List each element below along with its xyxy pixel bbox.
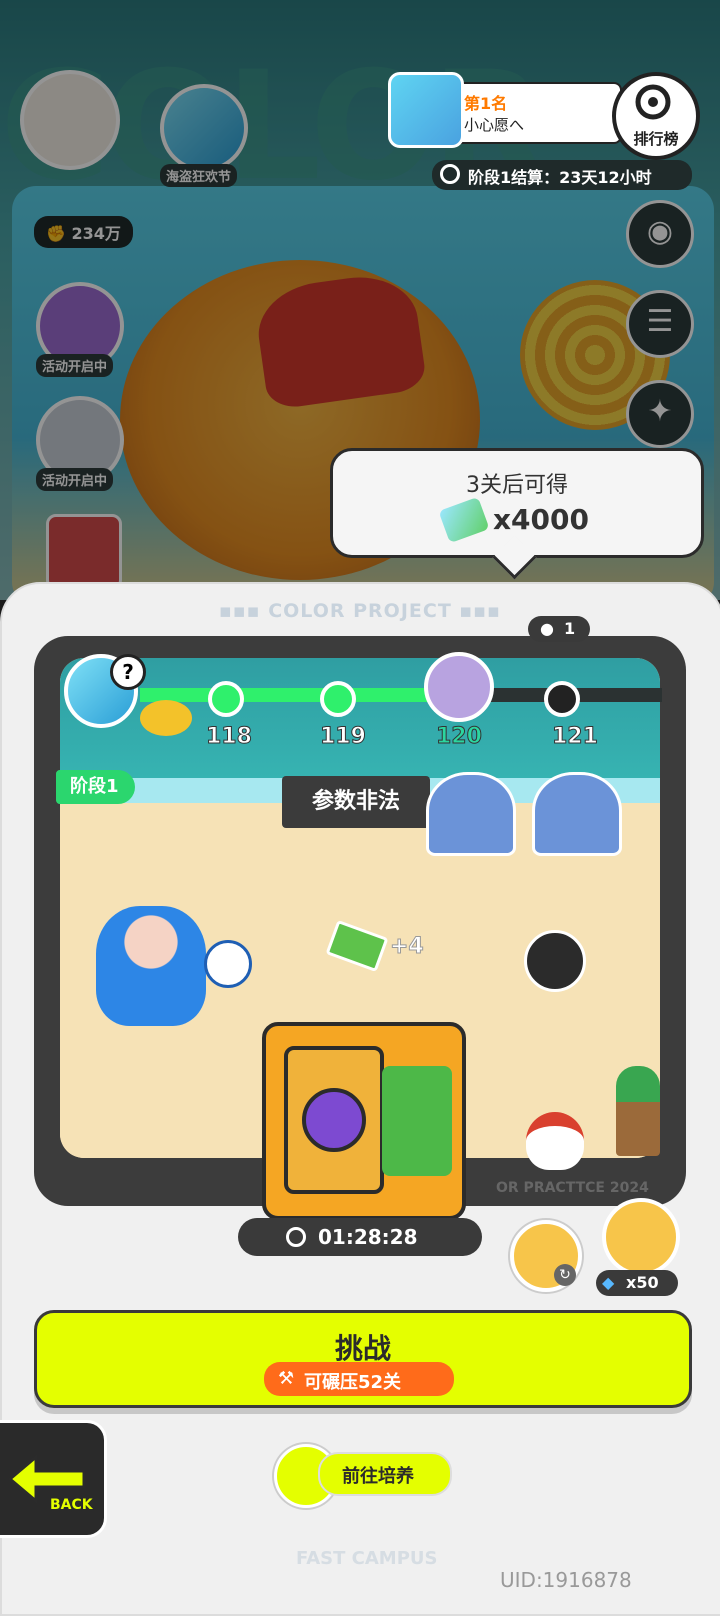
leaderboard-button[interactable]: 排行榜 (612, 72, 700, 160)
player-name: 小心愿へ (464, 116, 525, 134)
shark-enemy (426, 772, 516, 856)
back-button[interactable]: BACK (0, 1420, 107, 1538)
event-avatar-1[interactable] (36, 282, 124, 370)
rank-player-avatar (388, 72, 464, 148)
leaderboard-label: 排行榜 (633, 130, 679, 148)
train-label: 前往培养 (342, 1466, 414, 1487)
background-candy (520, 280, 670, 430)
time-refresh-button[interactable]: ↻ (510, 1220, 582, 1292)
fist-icon: ✊ (46, 224, 66, 243)
duck-float-icon (140, 700, 192, 736)
go-train-button[interactable]: 前往培养 (274, 1444, 452, 1508)
footer-brand: FAST CAMPUS (296, 1548, 438, 1569)
level-label-118: 118 (206, 724, 253, 750)
money-stack-icon (382, 1066, 452, 1176)
error-tag: 参数非法 (282, 776, 430, 828)
palm-tree (616, 1066, 660, 1156)
pirate-event-icon[interactable] (160, 84, 248, 172)
person-icon: ● (540, 619, 554, 638)
task-list-icon[interactable]: ☰ (626, 290, 694, 358)
reward-condition: 3关后可得 (466, 473, 568, 498)
player-character (96, 906, 206, 1026)
level-label-119: 119 (320, 724, 367, 750)
event-status-1: 活动开启中 (36, 354, 114, 377)
level-node-118 (208, 681, 244, 717)
reward-tooltip: 3关后可得 x4000 (330, 448, 704, 558)
cash-bonus: +4 (390, 934, 425, 960)
diamond-cost-badge: ◆ x50 (596, 1270, 678, 1296)
shop-book-icon[interactable] (46, 514, 122, 590)
power-badge: ✊ 234万 (34, 216, 133, 248)
shark-enemy (532, 772, 622, 856)
map-footer-text: OR PRACTTCE 2024 (496, 1180, 649, 1196)
event-avatar-2[interactable] (36, 396, 124, 484)
crush-badge: ⚒ 可碾压52关 (264, 1362, 454, 1396)
level-node-119 (320, 681, 356, 717)
pirate-skull (526, 1112, 584, 1170)
background-bow (252, 269, 428, 411)
trophy-icon (635, 84, 671, 120)
stage-countdown: 阶段1结算：23天12小时 (432, 160, 692, 190)
reward-timer: 01:28:28 (238, 1218, 482, 1256)
bomb-enemy (524, 930, 586, 992)
rank-label: 第1名 (464, 94, 508, 113)
level-progress-fill (140, 688, 470, 702)
pirate-event-label: 海盗狂欢节 (160, 164, 238, 187)
player-avatar[interactable] (20, 70, 120, 170)
event-status-2: 活动开启中 (36, 468, 114, 491)
volleyball-icon (204, 940, 252, 988)
stage-tag: 阶段1 (56, 770, 135, 804)
clock-icon (440, 164, 460, 184)
paint-tube-icon (438, 496, 490, 544)
back-label: BACK (50, 1497, 93, 1513)
safe-door (284, 1046, 384, 1194)
online-counter: ● 1 (528, 616, 590, 642)
refresh-icon: ↻ (554, 1264, 576, 1286)
hammer-icon: ⚒ (278, 1368, 295, 1389)
level-node-121 (544, 681, 580, 717)
current-level-avatar (424, 652, 494, 722)
celebration-icon[interactable]: ✦ (626, 380, 694, 448)
diamond-icon: ◆ (602, 1273, 615, 1292)
level-label-121: 121 (552, 724, 599, 750)
user-id: UID:1916878 (500, 1568, 632, 1592)
safe-dial-icon (302, 1088, 366, 1152)
treasure-safe[interactable] (262, 1022, 466, 1220)
level-label-120: 120 (436, 724, 483, 750)
piggy-bank-icon[interactable]: ◉ (626, 200, 694, 268)
challenge-label: 挑战 (334, 1332, 391, 1365)
clock-icon (286, 1227, 306, 1247)
reward-amount: x4000 (493, 503, 589, 536)
time-boost-button[interactable] (602, 1198, 680, 1276)
help-icon[interactable]: ? (110, 654, 146, 690)
sheet-header: ▪▪▪ COLOR PROJECT ▪▪▪ (218, 600, 502, 622)
